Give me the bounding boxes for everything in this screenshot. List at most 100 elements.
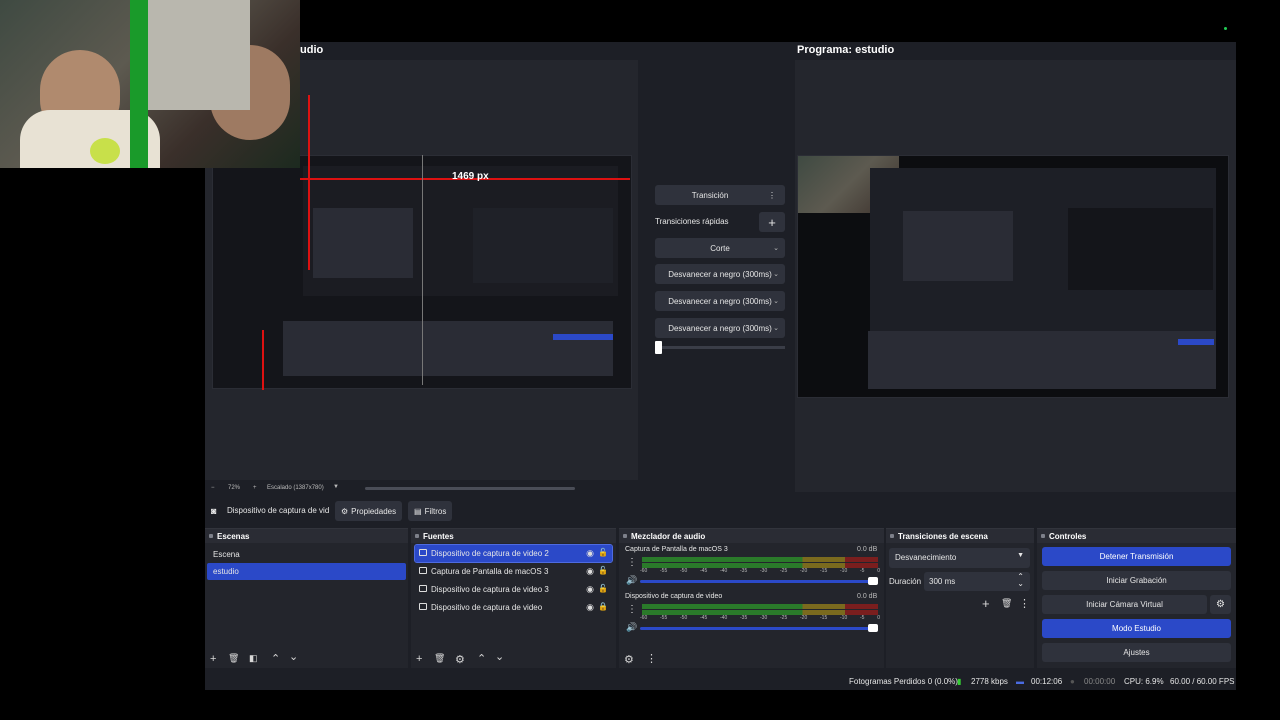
preview-scrollbar[interactable] bbox=[365, 487, 575, 490]
source-label: Dispositivo de captura de video 2 bbox=[431, 549, 549, 558]
duration-label: Duración bbox=[889, 577, 922, 586]
source-item[interactable]: Dispositivo de captura de video 3 ◉ 🔓 bbox=[415, 581, 612, 598]
meter-tick: -30 bbox=[760, 615, 768, 621]
more-vertical-icon[interactable]: ⋮ bbox=[627, 604, 637, 615]
meter-tick: -55 bbox=[660, 615, 668, 621]
meter-tick: -40 bbox=[720, 568, 728, 574]
meter-tick: -25 bbox=[780, 568, 788, 574]
source-label: Dispositivo de captura de video 3 bbox=[431, 585, 549, 594]
chevron-down-icon[interactable]: ⌄ bbox=[289, 650, 298, 663]
stream-icon: ▬ bbox=[1016, 677, 1024, 686]
filters-button[interactable]: ▤ Filtros bbox=[408, 501, 453, 521]
eye-icon[interactable]: ◉ bbox=[586, 602, 594, 613]
quick-transition-item[interactable]: Corte ⌄ bbox=[655, 238, 785, 258]
source-item-selected[interactable]: Dispositivo de captura de video 2 ◉ 🔓 bbox=[414, 544, 613, 563]
duration-spinbox[interactable]: 300 ms ⌃ ⌄ bbox=[924, 572, 1030, 591]
quick-transition-item[interactable]: Desvanecer a negro (300ms) ⌄ bbox=[655, 318, 785, 338]
gear-icon[interactable]: ⚙ bbox=[624, 653, 634, 666]
tbar-track[interactable] bbox=[655, 346, 785, 349]
tbar-handle[interactable] bbox=[655, 341, 662, 354]
properties-button[interactable]: ⚙ Propiedades bbox=[335, 501, 403, 521]
filter-icon[interactable]: ◧ bbox=[249, 653, 258, 664]
status-dot bbox=[1224, 27, 1227, 30]
guide-line bbox=[422, 155, 423, 385]
gear-icon: ⚙ bbox=[1216, 599, 1225, 610]
speaker-icon[interactable]: 🔊 bbox=[626, 622, 637, 633]
volume-slider[interactable] bbox=[640, 580, 876, 583]
program-nested-docks bbox=[868, 331, 1216, 389]
meter-tick: -10 bbox=[840, 568, 848, 574]
program-nested-program bbox=[1068, 208, 1213, 290]
start-recording-button[interactable]: Iniciar Grabación bbox=[1042, 571, 1231, 590]
unlock-icon[interactable]: 🔓 bbox=[598, 584, 608, 593]
selection-edge[interactable] bbox=[308, 95, 310, 270]
unlock-icon[interactable]: 🔓 bbox=[598, 548, 608, 557]
mixer-title: Mezclador de audio bbox=[619, 529, 884, 543]
ball-object bbox=[90, 138, 120, 164]
dropdown-arrow-icon: ▼ bbox=[1017, 552, 1024, 559]
speaker-icon[interactable]: 🔊 bbox=[626, 575, 637, 586]
scene-transitions-title: Transiciones de escena bbox=[886, 529, 1034, 543]
add-quick-transition-button[interactable]: + bbox=[759, 212, 785, 232]
trash-icon[interactable]: 🗑 bbox=[434, 653, 445, 664]
trash-icon[interactable]: 🗑 bbox=[228, 653, 239, 664]
more-vertical-icon[interactable]: ⋮ bbox=[1019, 597, 1030, 610]
volume-knob[interactable] bbox=[868, 624, 878, 632]
transition-select[interactable]: Desvanecimiento ▼ bbox=[889, 548, 1030, 568]
source-item[interactable]: Dispositivo de captura de video ◉ 🔒 bbox=[415, 599, 612, 616]
program-title: Programa: estudio bbox=[797, 44, 895, 56]
trash-icon[interactable]: 🗑 bbox=[1001, 598, 1012, 609]
sources-dock: Fuentes Dispositivo de captura de video … bbox=[411, 528, 616, 668]
more-vertical-icon[interactable]: ⋮ bbox=[646, 652, 657, 665]
quick-transition-item[interactable]: Desvanecer a negro (300ms) ⌄ bbox=[655, 291, 785, 311]
scene-item[interactable]: Escena bbox=[207, 546, 406, 563]
settings-button[interactable]: Ajustes bbox=[1042, 643, 1231, 662]
camera-icon bbox=[419, 603, 427, 610]
meter-tick: -20 bbox=[800, 568, 808, 574]
add-icon[interactable]: + bbox=[416, 653, 422, 665]
program-nested-preview bbox=[903, 211, 1013, 281]
scale-dropdown-icon[interactable]: ▼ bbox=[333, 484, 339, 490]
source-item[interactable]: Captura de Pantalla de macOS 3 ◉ 🔓 bbox=[415, 563, 612, 580]
gear-icon: ⚙ bbox=[341, 506, 349, 516]
chevron-up-icon[interactable]: ⌃ bbox=[477, 652, 486, 665]
source-label: Dispositivo de captura de video bbox=[431, 603, 543, 612]
record-icon: ● bbox=[1070, 677, 1075, 686]
start-virtual-camera-button[interactable]: Iniciar Cámara Virtual bbox=[1042, 595, 1207, 614]
zoom-in-icon[interactable]: + bbox=[253, 485, 257, 491]
meter-tick: -5 bbox=[860, 615, 865, 621]
spin-down-icon[interactable]: ⌄ bbox=[1017, 579, 1024, 588]
add-icon[interactable]: + bbox=[210, 653, 216, 665]
fps-readout: 60.00 / 60.00 FPS bbox=[1170, 677, 1235, 686]
transition-menu-button[interactable]: ⋮ bbox=[759, 185, 785, 205]
more-vertical-icon[interactable]: ⋮ bbox=[627, 557, 637, 568]
unlock-icon[interactable]: 🔓 bbox=[598, 566, 608, 575]
quick-transition-item[interactable]: Desvanecer a negro (300ms) ⌄ bbox=[655, 264, 785, 284]
chevron-up-icon[interactable]: ⌃ bbox=[271, 652, 280, 665]
meter-tick: -10 bbox=[840, 615, 848, 621]
camera-icon: ◙ bbox=[211, 506, 217, 516]
camera-icon bbox=[419, 585, 427, 592]
signal-icon: ▮ bbox=[957, 677, 962, 686]
camera-icon bbox=[419, 549, 427, 556]
eye-icon[interactable]: ◉ bbox=[586, 548, 594, 559]
lock-icon[interactable]: 🔒 bbox=[598, 602, 608, 611]
add-icon[interactable]: + bbox=[982, 596, 990, 611]
virtual-camera-settings-button[interactable]: ⚙ bbox=[1210, 595, 1231, 614]
meter-tick: -60 bbox=[640, 568, 648, 574]
eye-icon[interactable]: ◉ bbox=[586, 584, 594, 595]
zoom-out-icon[interactable]: − bbox=[211, 485, 215, 491]
stop-streaming-button[interactable]: Detener Transmisión bbox=[1042, 547, 1231, 566]
transition-button[interactable]: Transición bbox=[655, 185, 765, 205]
meter-tick: -50 bbox=[680, 615, 688, 621]
meter-tick: -55 bbox=[660, 568, 668, 574]
volume-slider[interactable] bbox=[640, 627, 876, 630]
gear-icon[interactable]: ⚙ bbox=[455, 653, 465, 666]
eye-icon[interactable]: ◉ bbox=[586, 566, 594, 577]
volume-knob[interactable] bbox=[868, 577, 878, 585]
properties-label: Propiedades bbox=[351, 506, 397, 516]
nested-preview-left bbox=[313, 208, 413, 278]
chevron-down-icon[interactable]: ⌄ bbox=[495, 650, 504, 663]
studio-mode-button[interactable]: Modo Estudio bbox=[1042, 619, 1231, 638]
scene-item-selected[interactable]: estudio bbox=[207, 563, 406, 580]
